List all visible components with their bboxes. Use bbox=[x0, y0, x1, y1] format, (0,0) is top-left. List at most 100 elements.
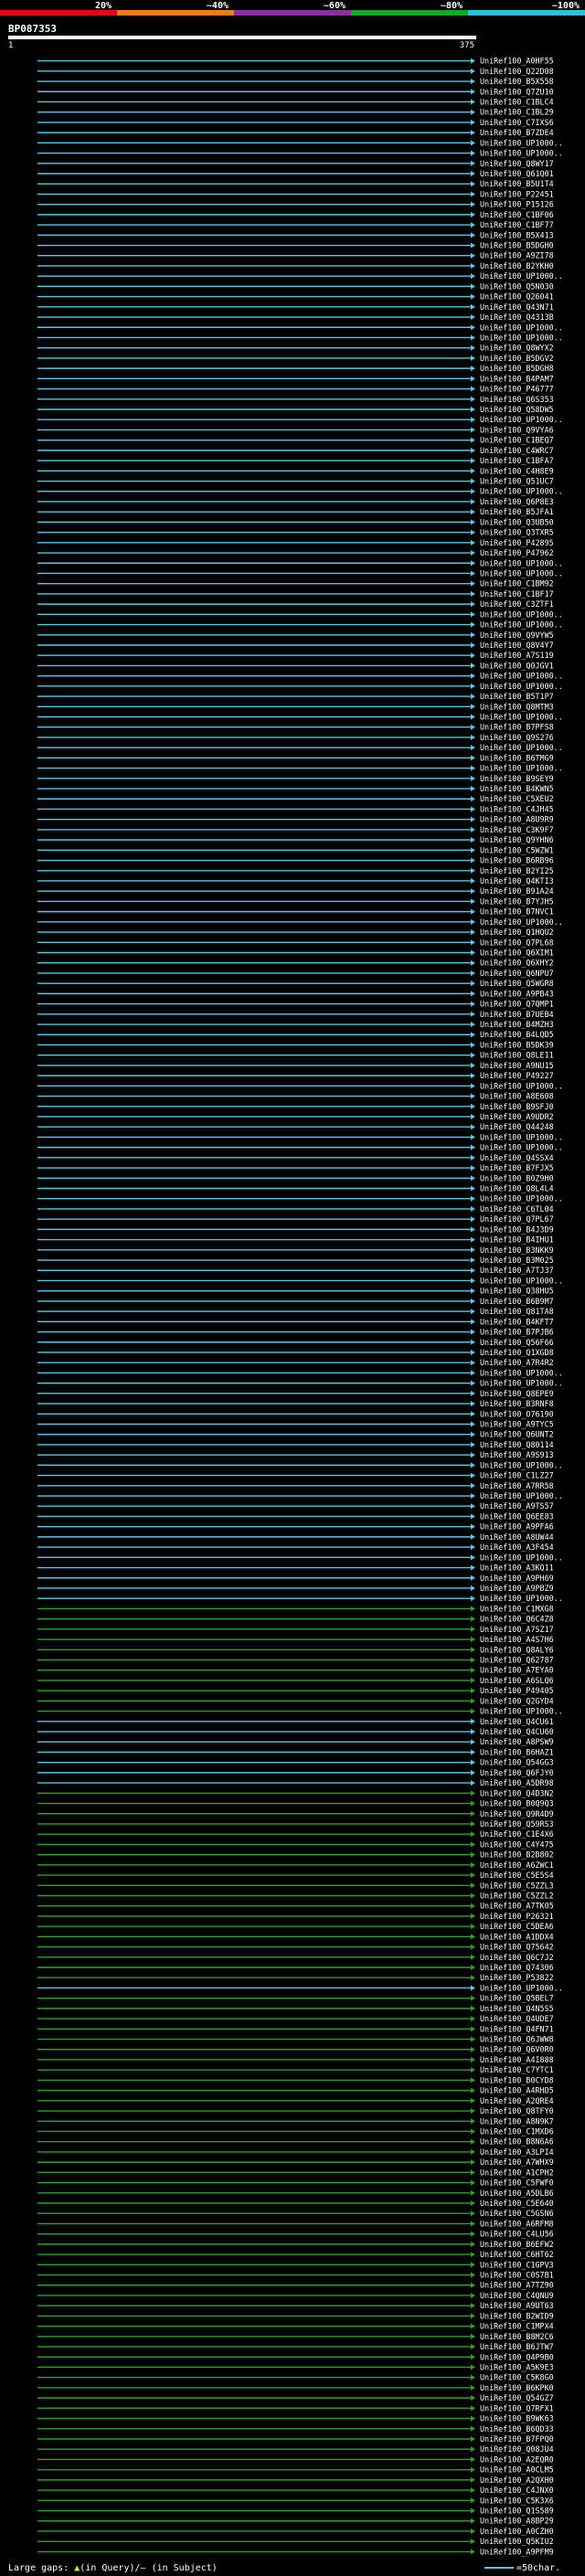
hit-label[interactable]: UniRef100_Q4P9B0 bbox=[480, 2352, 554, 2361]
hit-label[interactable]: UniRef100_C5DEA6 bbox=[480, 1922, 554, 1931]
hit-label[interactable]: UniRef100_A2QRE4 bbox=[480, 2096, 554, 2105]
hit-label[interactable]: UniRef100_C1MXD6 bbox=[480, 2126, 554, 2136]
hit-label[interactable]: UniRef100_UP1000.. bbox=[480, 1460, 563, 1469]
hit-label[interactable]: UniRef100_C1LZ27 bbox=[480, 1471, 554, 1480]
hit-label[interactable]: UniRef100_C0S7B1 bbox=[480, 2271, 554, 2280]
hit-label[interactable]: UniRef100_UP1000.. bbox=[480, 682, 563, 691]
hit-label[interactable]: UniRef100_UP1000.. bbox=[480, 138, 563, 147]
hit-label[interactable]: UniRef100_C5ZZL2 bbox=[480, 1891, 554, 1900]
hit-label[interactable]: UniRef100_UP1000.. bbox=[480, 1143, 563, 1152]
hit-label[interactable]: UniRef100_B4PAM7 bbox=[480, 374, 554, 383]
hit-label[interactable]: UniRef100_Q8WYX2 bbox=[480, 344, 554, 353]
hit-label[interactable]: UniRef100_Q9VYA6 bbox=[480, 425, 554, 434]
hit-label[interactable]: UniRef100_Q8L4L4 bbox=[480, 1184, 554, 1193]
hit-label[interactable]: UniRef100_P49405 bbox=[480, 1686, 554, 1695]
hit-label[interactable]: UniRef100_C1BL29 bbox=[480, 108, 554, 117]
hit-label[interactable]: UniRef100_Q9S276 bbox=[480, 733, 554, 742]
hit-label[interactable]: UniRef100_B6EFW2 bbox=[480, 2240, 554, 2249]
hit-label[interactable]: UniRef100_UP1000.. bbox=[480, 1983, 563, 1992]
hit-label[interactable]: UniRef100_Q54GZ7 bbox=[480, 2393, 554, 2402]
hit-label[interactable]: UniRef100_B6QD33 bbox=[480, 2424, 554, 2433]
hit-label[interactable]: UniRef100_A7R4R2 bbox=[480, 1358, 554, 1367]
hit-label[interactable]: UniRef100_B9WK63 bbox=[480, 2414, 554, 2423]
hit-label[interactable]: UniRef100_C3ZTF1 bbox=[480, 599, 554, 609]
hit-label[interactable]: UniRef100_Q5WGR8 bbox=[480, 979, 554, 988]
hit-label[interactable]: UniRef100_Q6S353 bbox=[480, 395, 554, 404]
hit-label[interactable]: UniRef100_B5JFA1 bbox=[480, 507, 554, 516]
hit-label[interactable]: UniRef100_Q43N71 bbox=[480, 302, 554, 312]
hit-label[interactable]: UniRef100_P53822 bbox=[480, 1973, 554, 1982]
hit-label[interactable]: UniRef100_Q74306 bbox=[480, 1963, 554, 1972]
hit-label[interactable]: UniRef100_UP1000.. bbox=[480, 743, 563, 752]
hit-label[interactable]: UniRef100_UP1000.. bbox=[480, 1707, 563, 1716]
hit-label[interactable]: UniRef100_A9PBZ9 bbox=[480, 1584, 554, 1593]
hit-label[interactable]: UniRef100_UP1000.. bbox=[480, 1379, 563, 1388]
hit-label[interactable]: UniRef100_Q59RS3 bbox=[480, 1819, 554, 1829]
hit-label[interactable]: UniRef100_Q9VYW5 bbox=[480, 631, 554, 640]
hit-label[interactable]: UniRef100_B3RNF8 bbox=[480, 1399, 554, 1408]
hit-label[interactable]: UniRef100_UP1000.. bbox=[480, 1491, 563, 1500]
hit-label[interactable]: UniRef100_A7SZ17 bbox=[480, 1625, 554, 1634]
hit-label[interactable]: UniRef100_Q7RFX1 bbox=[480, 2403, 554, 2412]
hit-label[interactable]: UniRef100_C1BM92 bbox=[480, 579, 554, 588]
hit-label[interactable]: UniRef100_A9NU15 bbox=[480, 1061, 554, 1070]
hit-label[interactable]: UniRef100_C6HT62 bbox=[480, 2250, 554, 2259]
hit-label[interactable]: UniRef100_Q6JWW8 bbox=[480, 2035, 554, 2044]
hit-label[interactable]: UniRef100_UP1000.. bbox=[480, 333, 563, 342]
hit-label[interactable]: UniRef100_Q3UB50 bbox=[480, 517, 554, 526]
hit-label[interactable]: UniRef100_B6KPK0 bbox=[480, 2383, 554, 2392]
hit-label[interactable]: UniRef100_A9ZI78 bbox=[480, 251, 554, 260]
hit-label[interactable]: UniRef100_UP1000.. bbox=[480, 713, 563, 722]
hit-label[interactable]: UniRef100_B5DGH0 bbox=[480, 241, 554, 250]
hit-label[interactable]: UniRef100_A9PH69 bbox=[480, 1574, 554, 1583]
hit-label[interactable]: UniRef100_Q44248 bbox=[480, 1122, 554, 1131]
hit-label[interactable]: UniRef100_C4WRC7 bbox=[480, 446, 554, 455]
hit-label[interactable]: UniRef100_UP1000.. bbox=[480, 271, 563, 281]
hit-label[interactable]: UniRef100_A0HF55 bbox=[480, 57, 554, 66]
hit-label[interactable]: UniRef100_A4RHD5 bbox=[480, 2086, 554, 2095]
hit-label[interactable]: UniRef100_B5X558 bbox=[480, 77, 554, 86]
hit-label[interactable]: UniRef100_C1GPV3 bbox=[480, 2260, 554, 2269]
hit-label[interactable]: UniRef100_A9PFM9 bbox=[480, 2547, 554, 2556]
hit-label[interactable]: UniRef100_B5DGV2 bbox=[480, 354, 554, 363]
hit-label[interactable]: UniRef100_Q6XHY2 bbox=[480, 959, 554, 968]
hit-label[interactable]: UniRef100_C5WZW1 bbox=[480, 845, 554, 854]
hit-label[interactable]: UniRef100_UP1000.. bbox=[480, 1081, 563, 1090]
hit-label[interactable]: UniRef100_Q2GYD4 bbox=[480, 1696, 554, 1705]
hit-label[interactable]: UniRef100_Q1XGD8 bbox=[480, 1348, 554, 1357]
hit-label[interactable]: UniRef100_Q8LE11 bbox=[480, 1051, 554, 1060]
hit-label[interactable]: UniRef100_UP1000.. bbox=[480, 1368, 563, 1377]
hit-label[interactable]: UniRef100_UP1000.. bbox=[480, 672, 563, 681]
hit-label[interactable]: UniRef100_C4H8E9 bbox=[480, 466, 554, 475]
hit-label[interactable]: UniRef100_A9TS57 bbox=[480, 1501, 554, 1511]
hit-label[interactable]: UniRef100_C1BF06 bbox=[480, 210, 554, 219]
hit-label[interactable]: UniRef100_Q7PL68 bbox=[480, 938, 554, 947]
hit-label[interactable]: UniRef100_B7PFS8 bbox=[480, 723, 554, 732]
hit-label[interactable]: UniRef100_C1BLC4 bbox=[480, 97, 554, 106]
hit-label[interactable]: UniRef100_UP1000.. bbox=[480, 415, 563, 424]
hit-label[interactable]: UniRef100_UP1000.. bbox=[480, 149, 563, 158]
hit-label[interactable]: UniRef100_A8BP29 bbox=[480, 2517, 554, 2526]
hit-label[interactable]: UniRef100_Q7PL67 bbox=[480, 1214, 554, 1224]
hit-label[interactable]: UniRef100_A7EYA0 bbox=[480, 1666, 554, 1675]
hit-label[interactable]: UniRef100_B4LQD5 bbox=[480, 1030, 554, 1039]
hit-label[interactable]: UniRef100_B4KWN5 bbox=[480, 784, 554, 793]
hit-label[interactable]: UniRef100_C5FWF0 bbox=[480, 2178, 554, 2188]
hit-label[interactable]: UniRef100_B2YI25 bbox=[480, 866, 554, 875]
hit-label[interactable]: UniRef100_B6HAZ1 bbox=[480, 1747, 554, 1756]
hit-label[interactable]: UniRef100_B7ZDE4 bbox=[480, 128, 554, 137]
hit-label[interactable]: UniRef100_Q8MTM3 bbox=[480, 702, 554, 711]
hit-label[interactable]: UniRef100_B0Z9H0 bbox=[480, 1173, 554, 1182]
hit-label[interactable]: UniRef100_Q75642 bbox=[480, 1943, 554, 1952]
hit-label[interactable]: UniRef100_UP1000.. bbox=[480, 764, 563, 773]
hit-label[interactable]: UniRef100_UP1000.. bbox=[480, 917, 563, 927]
hit-label[interactable]: UniRef100_Q9YHN6 bbox=[480, 835, 554, 844]
hit-label[interactable]: UniRef100_B3NKK9 bbox=[480, 1246, 554, 1255]
hit-label[interactable]: UniRef100_Q6NPU7 bbox=[480, 969, 554, 978]
hit-label[interactable]: UniRef100_Q61Q01 bbox=[480, 169, 554, 178]
hit-label[interactable]: UniRef100_P22451 bbox=[480, 189, 554, 198]
hit-label[interactable]: UniRef100_C5K3X6 bbox=[480, 2496, 554, 2505]
hit-label[interactable]: UniRef100_C5K8G0 bbox=[480, 2373, 554, 2382]
hit-label[interactable]: UniRef100_Q08JU4 bbox=[480, 2444, 554, 2454]
hit-label[interactable]: UniRef100_Q7ZU10 bbox=[480, 87, 554, 96]
